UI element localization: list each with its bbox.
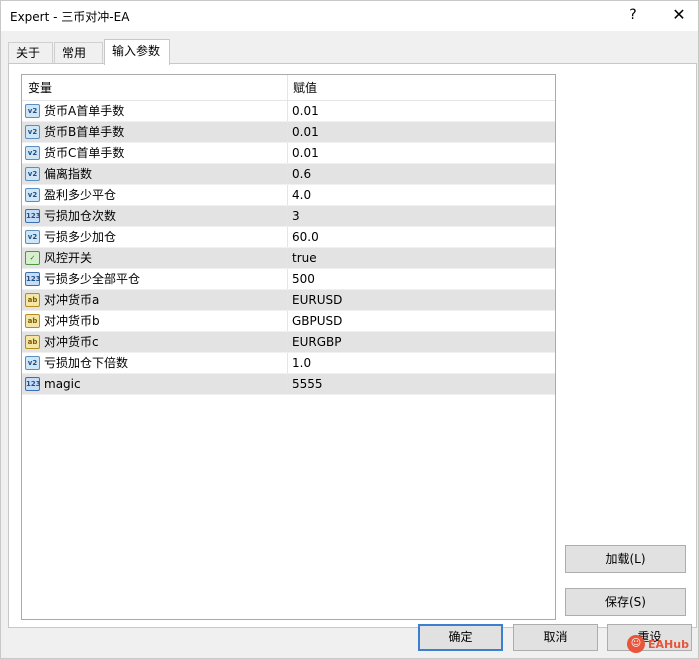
double-type-icon: v2 xyxy=(25,125,40,139)
variable-name-cell: v2 亏损加仓下倍数 xyxy=(22,353,288,373)
table-row[interactable]: v2 亏损多少加仓 60.0 xyxy=(22,227,555,248)
variable-value[interactable]: true xyxy=(288,248,555,268)
variable-name-cell: 123 亏损加仓次数 xyxy=(22,206,288,226)
window-title: Expert - 三币对冲-EA xyxy=(10,10,130,24)
variable-name-cell: v2 亏损多少加仓 xyxy=(22,227,288,247)
table-row[interactable]: ab 对冲货币c EURGBP xyxy=(22,332,555,353)
tab-common[interactable]: 常用 xyxy=(54,42,103,64)
integer-type-icon: 123 xyxy=(25,209,41,223)
ok-button[interactable]: 确定 xyxy=(418,624,503,651)
watermark: ☺ EAHub xyxy=(627,635,689,653)
variable-value[interactable]: 4.0 xyxy=(288,185,555,205)
variable-value[interactable]: EURGBP xyxy=(288,332,555,352)
save-button[interactable]: 保存(S) xyxy=(565,588,686,616)
variable-name-cell: v2 货币C首单手数 xyxy=(22,143,288,163)
parameters-list[interactable]: 变量 赋值 v2 货币A首单手数 0.01 v2 货币B首单手数 0.01 v2 货币C首单手… xyxy=(21,74,556,620)
variable-name: 对冲货币a xyxy=(44,293,100,307)
variable-value[interactable]: 1.0 xyxy=(288,353,555,373)
variable-name-cell: v2 盈利多少平仓 xyxy=(22,185,288,205)
variable-value[interactable]: 0.01 xyxy=(288,143,555,163)
integer-type-icon: 123 xyxy=(25,377,41,391)
table-row[interactable]: 123 亏损多少全部平仓 500 xyxy=(22,269,555,290)
variable-name-cell: v2 货币B首单手数 xyxy=(22,122,288,142)
table-row[interactable]: v2 货币B首单手数 0.01 xyxy=(22,122,555,143)
eahub-logo-icon: ☺ xyxy=(627,635,645,653)
load-button[interactable]: 加载(L) xyxy=(565,545,686,573)
variable-name: 货币A首单手数 xyxy=(44,104,125,118)
variable-value[interactable]: EURUSD xyxy=(288,290,555,310)
table-row[interactable]: v2 亏损加仓下倍数 1.0 xyxy=(22,353,555,374)
variable-value[interactable]: 0.01 xyxy=(288,101,555,121)
column-header-value[interactable]: 赋值 xyxy=(288,75,555,100)
tab-inputs[interactable]: 输入参数 xyxy=(104,39,170,65)
variable-value[interactable]: 0.6 xyxy=(288,164,555,184)
table-row[interactable]: v2 盈利多少平仓 4.0 xyxy=(22,185,555,206)
variable-name: 亏损多少加仓 xyxy=(44,230,117,244)
variable-value[interactable]: 60.0 xyxy=(288,227,555,247)
variable-value[interactable]: 3 xyxy=(288,206,555,226)
help-button[interactable]: ? xyxy=(621,4,645,28)
table-row[interactable]: ✓ 风控开关 true xyxy=(22,248,555,269)
close-button[interactable]: ✕ xyxy=(667,4,691,28)
variable-name-cell: v2 货币A首单手数 xyxy=(22,101,288,121)
table-row[interactable]: ab 对冲货币a EURUSD xyxy=(22,290,555,311)
cancel-button[interactable]: 取消 xyxy=(513,624,598,651)
watermark-text: EAHub xyxy=(648,637,689,651)
string-type-icon: ab xyxy=(25,335,40,349)
variable-name-cell: 123 亏损多少全部平仓 xyxy=(22,269,288,289)
table-row[interactable]: 123 magic 5555 xyxy=(22,374,555,395)
variable-name-cell: 123 magic xyxy=(22,374,288,394)
variable-name: 亏损多少全部平仓 xyxy=(44,272,141,286)
variable-name: 盈利多少平仓 xyxy=(44,188,117,202)
string-type-icon: ab xyxy=(25,314,40,328)
double-type-icon: v2 xyxy=(25,356,40,370)
variable-value[interactable]: 5555 xyxy=(288,374,555,394)
variable-name-cell: ✓ 风控开关 xyxy=(22,248,288,268)
double-type-icon: v2 xyxy=(25,230,40,244)
variable-name: 货币C首单手数 xyxy=(44,146,125,160)
double-type-icon: v2 xyxy=(25,188,40,202)
variable-name-cell: ab 对冲货币a xyxy=(22,290,288,310)
variable-name-cell: ab 对冲货币c xyxy=(22,332,288,352)
bool-type-icon: ✓ xyxy=(25,251,40,265)
table-row[interactable]: ab 对冲货币b GBPUSD xyxy=(22,311,555,332)
variable-name: 亏损加仓下倍数 xyxy=(44,356,129,370)
variable-name: 对冲货币c xyxy=(44,335,99,349)
string-type-icon: ab xyxy=(25,293,40,307)
table-row[interactable]: v2 货币A首单手数 0.01 xyxy=(22,101,555,122)
variable-value[interactable]: 0.01 xyxy=(288,122,555,142)
variable-name: 货币B首单手数 xyxy=(44,125,125,139)
variable-value[interactable]: 500 xyxy=(288,269,555,289)
list-header: 变量 赋值 xyxy=(22,75,555,101)
integer-type-icon: 123 xyxy=(25,272,41,286)
variable-name-cell: v2 偏离指数 xyxy=(22,164,288,184)
variable-name: 偏离指数 xyxy=(44,167,93,181)
double-type-icon: v2 xyxy=(25,146,40,160)
variable-name: 风控开关 xyxy=(44,251,93,265)
table-row[interactable]: 123 亏损加仓次数 3 xyxy=(22,206,555,227)
tab-about[interactable]: 关于 xyxy=(8,42,53,64)
column-header-variable[interactable]: 变量 xyxy=(22,75,288,100)
double-type-icon: v2 xyxy=(25,167,40,181)
variable-name: 对冲货币b xyxy=(44,314,100,328)
parameter-rows: v2 货币A首单手数 0.01 v2 货币B首单手数 0.01 v2 货币C首单手数 0.01 v… xyxy=(22,101,555,395)
expert-dialog: Expert - 三币对冲-EA ? ✕ 关于 常用 输入参数 变量 赋值 v2… xyxy=(0,0,699,659)
variable-name: 亏损加仓次数 xyxy=(44,209,117,223)
variable-value[interactable]: GBPUSD xyxy=(288,311,555,331)
table-row[interactable]: v2 偏离指数 0.6 xyxy=(22,164,555,185)
table-row[interactable]: v2 货币C首单手数 0.01 xyxy=(22,143,555,164)
double-type-icon: v2 xyxy=(25,104,40,118)
inputs-panel: 变量 赋值 v2 货币A首单手数 0.01 v2 货币B首单手数 0.01 v2 货币C首单手… xyxy=(8,63,697,628)
title-bar: Expert - 三币对冲-EA ? ✕ xyxy=(1,1,698,31)
variable-name: magic xyxy=(44,377,81,391)
variable-name-cell: ab 对冲货币b xyxy=(22,311,288,331)
